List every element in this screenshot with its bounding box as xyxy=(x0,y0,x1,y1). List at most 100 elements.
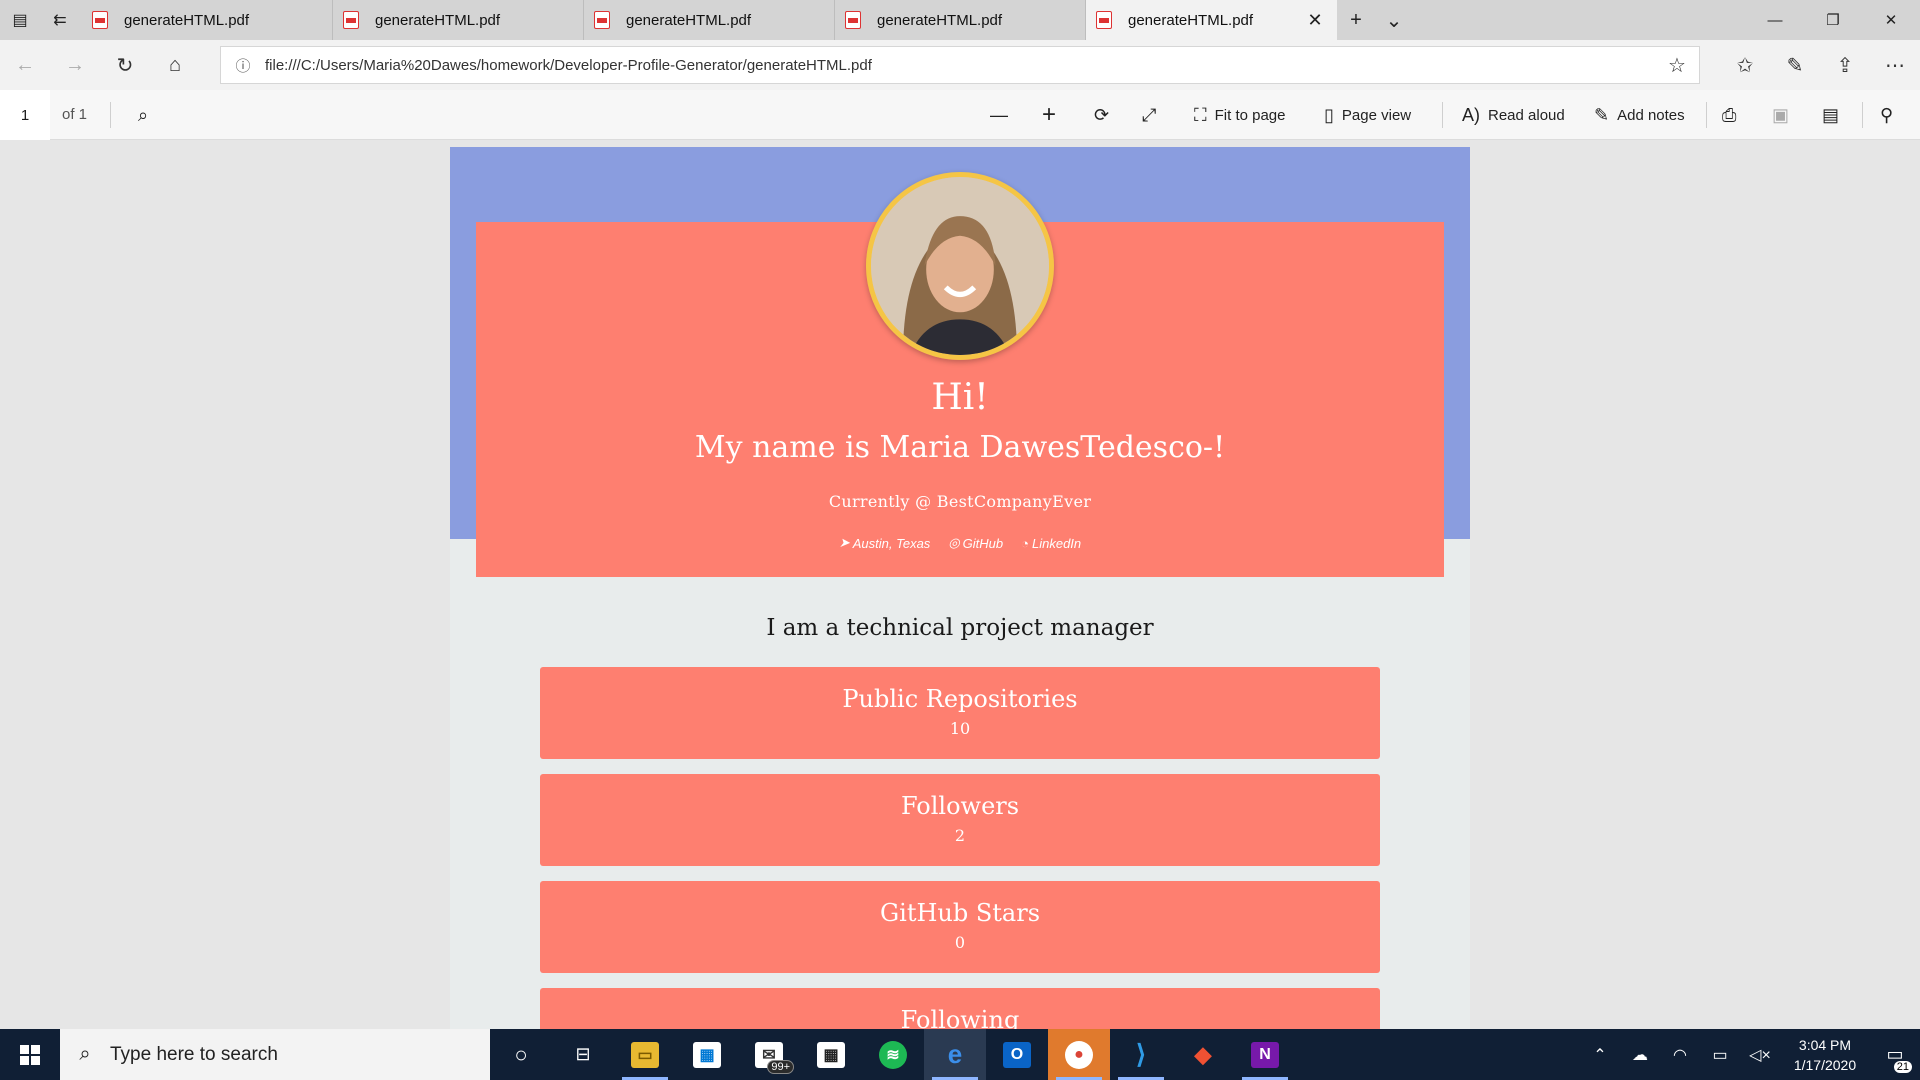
stat-card-following: Following xyxy=(540,988,1380,1029)
chrome-icon[interactable]: ● xyxy=(1048,1029,1110,1080)
search-placeholder: Type here to search xyxy=(110,1043,278,1065)
pdf-file-icon xyxy=(845,11,861,29)
store-icon[interactable]: ▦ xyxy=(676,1029,738,1080)
page-count: of 1 xyxy=(62,106,88,123)
cortana-icon[interactable]: ○ xyxy=(490,1029,552,1080)
tab-title: generateHTML.pdf xyxy=(1128,11,1254,29)
page-view-label: Page view xyxy=(1341,106,1412,124)
new-tab-icon[interactable]: + xyxy=(1337,0,1375,40)
gitkraken-icon[interactable]: ◆ xyxy=(1172,1029,1234,1080)
windows-logo-icon xyxy=(20,1044,40,1065)
home-icon[interactable]: ⌂ xyxy=(150,40,200,90)
close-window-icon[interactable]: ✕ xyxy=(1862,0,1920,40)
file-explorer-icon[interactable]: ▭ xyxy=(614,1029,676,1080)
stat-label: Public Repositories xyxy=(842,685,1078,713)
taskbar: ⌕ Type here to search ○ ⊟ ▭ ▦ ✉ 99+ ▦ ≋ … xyxy=(0,1029,1920,1080)
browser-tab-active[interactable]: generateHTML.pdf ✕ xyxy=(1086,0,1337,40)
forward-icon[interactable]: → xyxy=(50,40,100,90)
task-view-icon[interactable]: ⊟ xyxy=(552,1029,614,1080)
stat-value: 0 xyxy=(954,933,966,952)
github-link[interactable]: ◎ GitHub xyxy=(948,535,1003,551)
browser-tab[interactable]: generateHTML.pdf xyxy=(82,0,333,40)
tab-actions-icon[interactable]: ▤ xyxy=(0,0,40,40)
page-view-icon: ▯ xyxy=(1324,104,1334,125)
page-view-button[interactable]: ▯ Page view xyxy=(1324,100,1411,130)
profile-links: ➤ Austin, Texas ◎ GitHub ◔ LinkedIn xyxy=(450,535,1470,551)
search-icon[interactable]: ⌕ xyxy=(128,100,158,130)
search-icon: ⌕ xyxy=(79,1043,91,1065)
onedrive-icon[interactable]: ☁ xyxy=(1620,1045,1660,1065)
save-icon[interactable]: ▣ xyxy=(1772,100,1797,130)
github-text: GitHub xyxy=(962,535,1004,551)
profile-photo xyxy=(871,177,1049,355)
full-screen-icon[interactable]: ⤢ xyxy=(1142,100,1164,130)
share-icon[interactable]: ⇪ xyxy=(1820,40,1870,90)
profile-name: My name is Maria DawesTedesco-! xyxy=(694,430,1226,465)
pdf-toolbar: 1 of 1 ⌕ — + ⟳ ⤢ ⛶ Fit to page ▯ Page vi… xyxy=(0,90,1920,140)
location-link[interactable]: ➤ Austin, Texas xyxy=(839,535,930,551)
back-icon[interactable]: ← xyxy=(0,40,50,90)
favorites-icon[interactable]: ✩ xyxy=(1720,40,1770,90)
vscode-icon[interactable]: ⟩ xyxy=(1110,1029,1172,1080)
save-as-icon[interactable]: ▤ xyxy=(1822,100,1847,130)
calculator-icon[interactable]: ▦ xyxy=(800,1029,862,1080)
restore-icon[interactable]: ❐ xyxy=(1804,0,1862,40)
edge-icon[interactable]: e xyxy=(924,1029,986,1080)
more-options-icon[interactable]: ⋯ xyxy=(1870,40,1920,90)
pin-toolbar-icon[interactable]: ⚲ xyxy=(1880,100,1901,130)
outlook-icon[interactable]: O xyxy=(986,1029,1048,1080)
browser-tab[interactable]: generateHTML.pdf xyxy=(584,0,835,40)
action-center-icon[interactable]: ▭ 21 xyxy=(1870,1044,1920,1073)
volume-muted-icon[interactable]: ◁× xyxy=(1740,1045,1780,1065)
linkedin-text: LinkedIn xyxy=(1031,535,1082,551)
rss-icon: ◔ xyxy=(1021,535,1029,551)
battery-icon[interactable]: ▭ xyxy=(1700,1045,1740,1065)
page-number-input[interactable]: 1 xyxy=(0,90,50,140)
onenote-icon[interactable]: N xyxy=(1234,1029,1296,1080)
close-tab-icon[interactable]: ✕ xyxy=(1303,8,1327,32)
site-info-icon[interactable]: ⓘ xyxy=(221,55,265,76)
linkedin-link[interactable]: ◔ LinkedIn xyxy=(1021,535,1081,551)
pen-icon: ✎ xyxy=(1594,104,1610,125)
start-button[interactable] xyxy=(0,1029,60,1080)
mail-icon[interactable]: ✉ 99+ xyxy=(738,1029,800,1080)
github-icon: ◎ xyxy=(948,535,960,550)
browser-tab[interactable]: generateHTML.pdf xyxy=(333,0,584,40)
tab-title: generateHTML.pdf xyxy=(124,11,250,29)
address-text[interactable]: file:///C:/Users/Maria%20Dawes/homework/… xyxy=(265,57,1655,74)
toolbar-divider xyxy=(1706,102,1707,128)
avatar xyxy=(866,172,1054,360)
tab-title: generateHTML.pdf xyxy=(375,11,501,29)
wifi-icon[interactable]: ◠ xyxy=(1660,1045,1700,1065)
pdf-file-icon xyxy=(594,11,610,29)
pdf-file-icon xyxy=(92,11,108,29)
chevron-up-icon[interactable]: ⌃ xyxy=(1580,1045,1620,1065)
web-note-icon[interactable]: ✎ xyxy=(1770,40,1820,90)
fit-to-page-button[interactable]: ⛶ Fit to page xyxy=(1194,100,1286,130)
spotify-icon[interactable]: ≋ xyxy=(862,1029,924,1080)
toolbar-divider xyxy=(110,102,111,128)
zoom-in-icon[interactable]: + xyxy=(1042,100,1064,130)
minimize-icon[interactable]: — xyxy=(1746,0,1804,40)
rotate-icon[interactable]: ⟳ xyxy=(1094,100,1117,130)
toolbar-divider xyxy=(1442,102,1443,128)
tab-preview-chevron-icon[interactable]: ⌄ xyxy=(1375,0,1413,40)
taskbar-search[interactable]: ⌕ Type here to search xyxy=(60,1029,490,1080)
clock[interactable]: 3:04 PM 1/17/2020 xyxy=(1780,1035,1870,1075)
stat-label: GitHub Stars xyxy=(879,899,1041,927)
company: Currently @ BestCompanyEver xyxy=(828,492,1092,511)
add-notes-button[interactable]: ✎ Add notes xyxy=(1594,100,1685,130)
browser-tab[interactable]: generateHTML.pdf xyxy=(835,0,1086,40)
print-icon[interactable]: ⎙ xyxy=(1722,100,1744,130)
address-bar[interactable]: ⓘ file:///C:/Users/Maria%20Dawes/homewor… xyxy=(220,46,1700,84)
mail-badge: 99+ xyxy=(767,1060,794,1074)
stat-card-stars: GitHub Stars 0 xyxy=(540,881,1380,973)
notification-count: 21 xyxy=(1893,1061,1912,1073)
pdf-file-icon xyxy=(343,11,359,29)
set-tabs-aside-icon[interactable]: ⇇ xyxy=(40,0,80,40)
refresh-icon[interactable]: ↻ xyxy=(100,40,150,90)
fit-to-page-label: Fit to page xyxy=(1214,106,1286,124)
zoom-out-icon[interactable]: — xyxy=(990,100,1016,130)
favorite-star-icon[interactable]: ☆ xyxy=(1655,53,1699,78)
read-aloud-button[interactable]: A) Read aloud xyxy=(1462,100,1565,130)
